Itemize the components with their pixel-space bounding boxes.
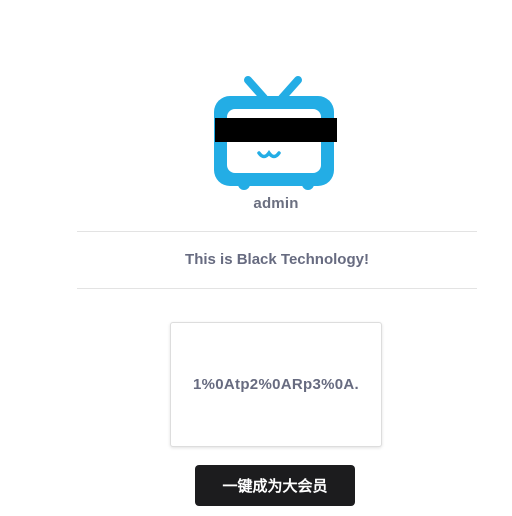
censor-bar bbox=[215, 118, 337, 142]
avatar bbox=[206, 76, 340, 194]
tagline: This is Black Technology! bbox=[185, 251, 369, 268]
become-vip-button[interactable]: 一键成为大会员 bbox=[195, 465, 355, 506]
divider bbox=[77, 288, 477, 289]
username: admin bbox=[253, 195, 299, 212]
tv-mascot-icon bbox=[214, 76, 337, 190]
code-text: 1%0Atp2%0ARp3%0A. bbox=[193, 376, 359, 393]
divider bbox=[77, 231, 477, 232]
code-card: 1%0Atp2%0ARp3%0A. bbox=[170, 322, 382, 447]
